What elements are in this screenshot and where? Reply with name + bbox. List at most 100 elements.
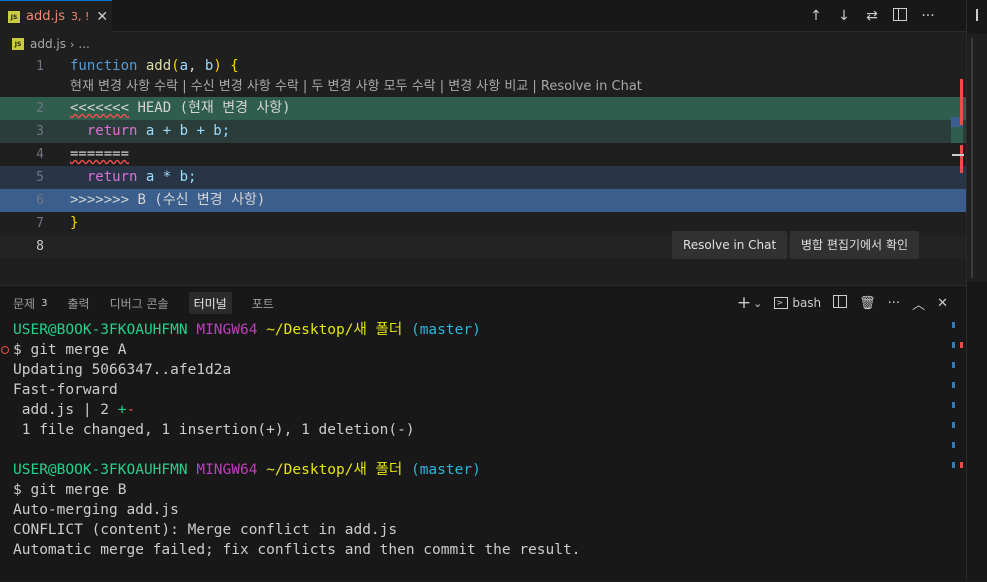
code-text: >>>>>>> B (수신 변경 사항) bbox=[70, 189, 265, 212]
terminal-output-line: CONFLICT (content): Merge conflict in ad… bbox=[13, 522, 398, 538]
code-line-3[interactable]: 3 return a + b + b; bbox=[0, 120, 966, 143]
diffstat-plus: + bbox=[117, 402, 127, 418]
brace: } bbox=[70, 215, 79, 231]
terminal-overview-ruler[interactable] bbox=[950, 320, 966, 520]
tab-debug-console[interactable]: 디버그 콘솔 bbox=[110, 292, 169, 314]
ruler-error-marker bbox=[960, 79, 963, 125]
code-text: ======= bbox=[70, 143, 129, 166]
tab-output[interactable]: 출력 bbox=[67, 292, 89, 314]
command-failed-decoration-icon[interactable] bbox=[1, 346, 9, 354]
paren: ( bbox=[171, 58, 180, 74]
code-text: } bbox=[70, 212, 78, 235]
new-terminal-plus-icon[interactable]: + bbox=[737, 293, 751, 313]
ruler-command-marker bbox=[952, 422, 955, 428]
prompt-env: MINGW64 bbox=[196, 462, 258, 478]
keyword: function bbox=[70, 58, 138, 74]
problems-count-badge: 3 bbox=[41, 297, 48, 309]
merge-conflict-codelens[interactable]: 현재 변경 사항 수락 | 수신 변경 사항 수락 | 두 변경 사항 모두 수… bbox=[70, 77, 642, 97]
split-terminal-button[interactable] bbox=[833, 294, 848, 312]
next-conflict-arrow-down-icon[interactable]: ↓ bbox=[836, 8, 852, 24]
param: a bbox=[179, 58, 189, 74]
line-number: 1 bbox=[36, 59, 44, 74]
line-number: 5 bbox=[36, 170, 44, 185]
tab-ports[interactable]: 포트 bbox=[252, 292, 274, 314]
paren: ) bbox=[213, 58, 222, 74]
expression: a * b; bbox=[137, 169, 197, 185]
breadcrumb: JS add.js › ... bbox=[0, 33, 90, 55]
ruler-command-marker bbox=[952, 322, 955, 328]
open-changes-compare-icon[interactable]: ⇄ bbox=[864, 8, 880, 24]
resolve-in-chat-button[interactable]: Resolve in Chat bbox=[672, 231, 788, 259]
terminal-command-line: $ git merge A bbox=[13, 342, 127, 358]
prompt-user: USER@BOOK-3FKOAUHFMN bbox=[13, 322, 188, 338]
code-line-4[interactable]: 4 ======= bbox=[0, 143, 966, 166]
code-line-2[interactable]: 2 <<<<<<< HEAD (현재 변경 사항) bbox=[0, 97, 966, 120]
expression: a + b + b; bbox=[137, 123, 231, 139]
javascript-file-icon: JS bbox=[12, 38, 24, 50]
code-text: <<<<<<< HEAD (현재 변경 사항) bbox=[70, 97, 291, 120]
ruler-error-marker bbox=[960, 342, 963, 348]
terminal-output-line: Updating 5066347..afe1d2a bbox=[13, 362, 232, 378]
terminal-output[interactable]: USER@BOOK-3FKOAUHFMN MINGW64 ~/Desktop/새… bbox=[0, 320, 966, 582]
conflict-marker: >>>>>>> bbox=[70, 192, 130, 208]
maximize-panel-chevron-up-icon[interactable]: ︿ bbox=[912, 294, 925, 313]
shell-name: bash bbox=[792, 296, 822, 310]
ruler-cursor-marker bbox=[952, 154, 964, 156]
code-line-6[interactable]: 6 >>>>>>> B (수신 변경 사항) bbox=[0, 189, 966, 212]
terminal-profile-chevron-down-icon[interactable]: ⌄ bbox=[753, 297, 762, 310]
code-line-1[interactable]: 1 function add(a, b) { bbox=[0, 55, 966, 78]
tab-problems[interactable]: 문제 3 bbox=[13, 292, 47, 314]
diffstat-minus: - bbox=[126, 402, 136, 418]
breadcrumb-symbols[interactable]: ... bbox=[78, 37, 89, 51]
tab-terminal[interactable]: 터미널 bbox=[188, 292, 232, 314]
terminal-output-line: 1 file changed, 1 insertion(+), 1 deleti… bbox=[13, 422, 415, 438]
punct: , bbox=[188, 58, 205, 74]
prompt-path: ~/Desktop/새 폴더 bbox=[266, 462, 403, 478]
line-number: 6 bbox=[36, 193, 44, 208]
keyword: return bbox=[86, 169, 138, 185]
previous-conflict-arrow-up-icon[interactable]: ↑ bbox=[808, 8, 824, 24]
split-editor-button[interactable] bbox=[892, 7, 908, 25]
tab-close-icon[interactable]: ✕ bbox=[96, 9, 108, 25]
conflict-label: B (수신 변경 사항) bbox=[129, 192, 266, 208]
breadcrumb-chevron-right-icon: › bbox=[70, 37, 75, 51]
close-panel-icon[interactable]: ✕ bbox=[937, 296, 948, 311]
terminal-output-line: Automatic merge failed; fix conflicts an… bbox=[13, 542, 581, 558]
split-editor-icon bbox=[893, 7, 907, 21]
function-name: add bbox=[145, 58, 172, 74]
terminal-shell-selector[interactable]: > bash bbox=[774, 296, 821, 310]
open-merge-editor-button[interactable]: 병합 편집기에서 확인 bbox=[790, 231, 919, 259]
prompt-path: ~/Desktop/새 폴더 bbox=[266, 322, 403, 338]
ruler-command-marker bbox=[952, 442, 955, 448]
tab-add-js[interactable]: JS add.js 3, ! ✕ bbox=[0, 0, 112, 32]
sidebar-marker bbox=[976, 9, 978, 21]
conflict-label: HEAD (현재 변경 사항) bbox=[129, 100, 291, 116]
editor-tab-bar: JS add.js 3, ! ✕ ↑ ↓ ⇄ ··· bbox=[0, 0, 966, 32]
brace: { bbox=[230, 58, 239, 74]
code-text: return a + b + b; bbox=[70, 120, 230, 143]
terminal-output-line: add.js | 2 +- bbox=[13, 400, 136, 420]
conflict-marker: <<<<<<< bbox=[70, 100, 130, 116]
ruler-command-marker bbox=[952, 462, 955, 468]
code-line-5[interactable]: 5 return a * b; bbox=[0, 166, 966, 189]
conflict-marker: ======= bbox=[70, 146, 130, 162]
terminal-output-line: Fast-forward bbox=[13, 382, 118, 398]
terminal-icon: > bbox=[774, 297, 789, 309]
prompt-user: USER@BOOK-3FKOAUHFMN bbox=[13, 462, 188, 478]
line-number: 7 bbox=[36, 216, 44, 231]
line-number: 4 bbox=[36, 147, 44, 162]
overview-ruler[interactable] bbox=[950, 55, 966, 283]
tab-label: add.js bbox=[26, 9, 65, 24]
diffstat-file: add.js | 2 bbox=[13, 402, 118, 418]
bottom-panel: 문제 3 출력 디버그 콘솔 터미널 포트 + ⌄ > bash 🗑 ··· ︿… bbox=[0, 285, 966, 581]
more-actions-icon[interactable]: ··· bbox=[920, 8, 936, 24]
terminal-prompt-line: USER@BOOK-3FKOAUHFMN MINGW64 ~/Desktop/새… bbox=[13, 320, 481, 340]
breadcrumb-file[interactable]: add.js bbox=[30, 37, 66, 51]
prompt-branch: (master) bbox=[410, 462, 481, 478]
tab-problem-status: 3, ! bbox=[71, 10, 90, 23]
kill-terminal-trash-icon[interactable]: 🗑 bbox=[859, 296, 876, 311]
sidebar-scroll-track[interactable] bbox=[971, 38, 973, 278]
ruler-error-marker bbox=[960, 462, 963, 468]
code-editor[interactable]: 1 function add(a, b) { 현재 변경 사항 수락 | 수신 … bbox=[0, 55, 966, 283]
more-actions-icon[interactable]: ··· bbox=[888, 296, 900, 311]
